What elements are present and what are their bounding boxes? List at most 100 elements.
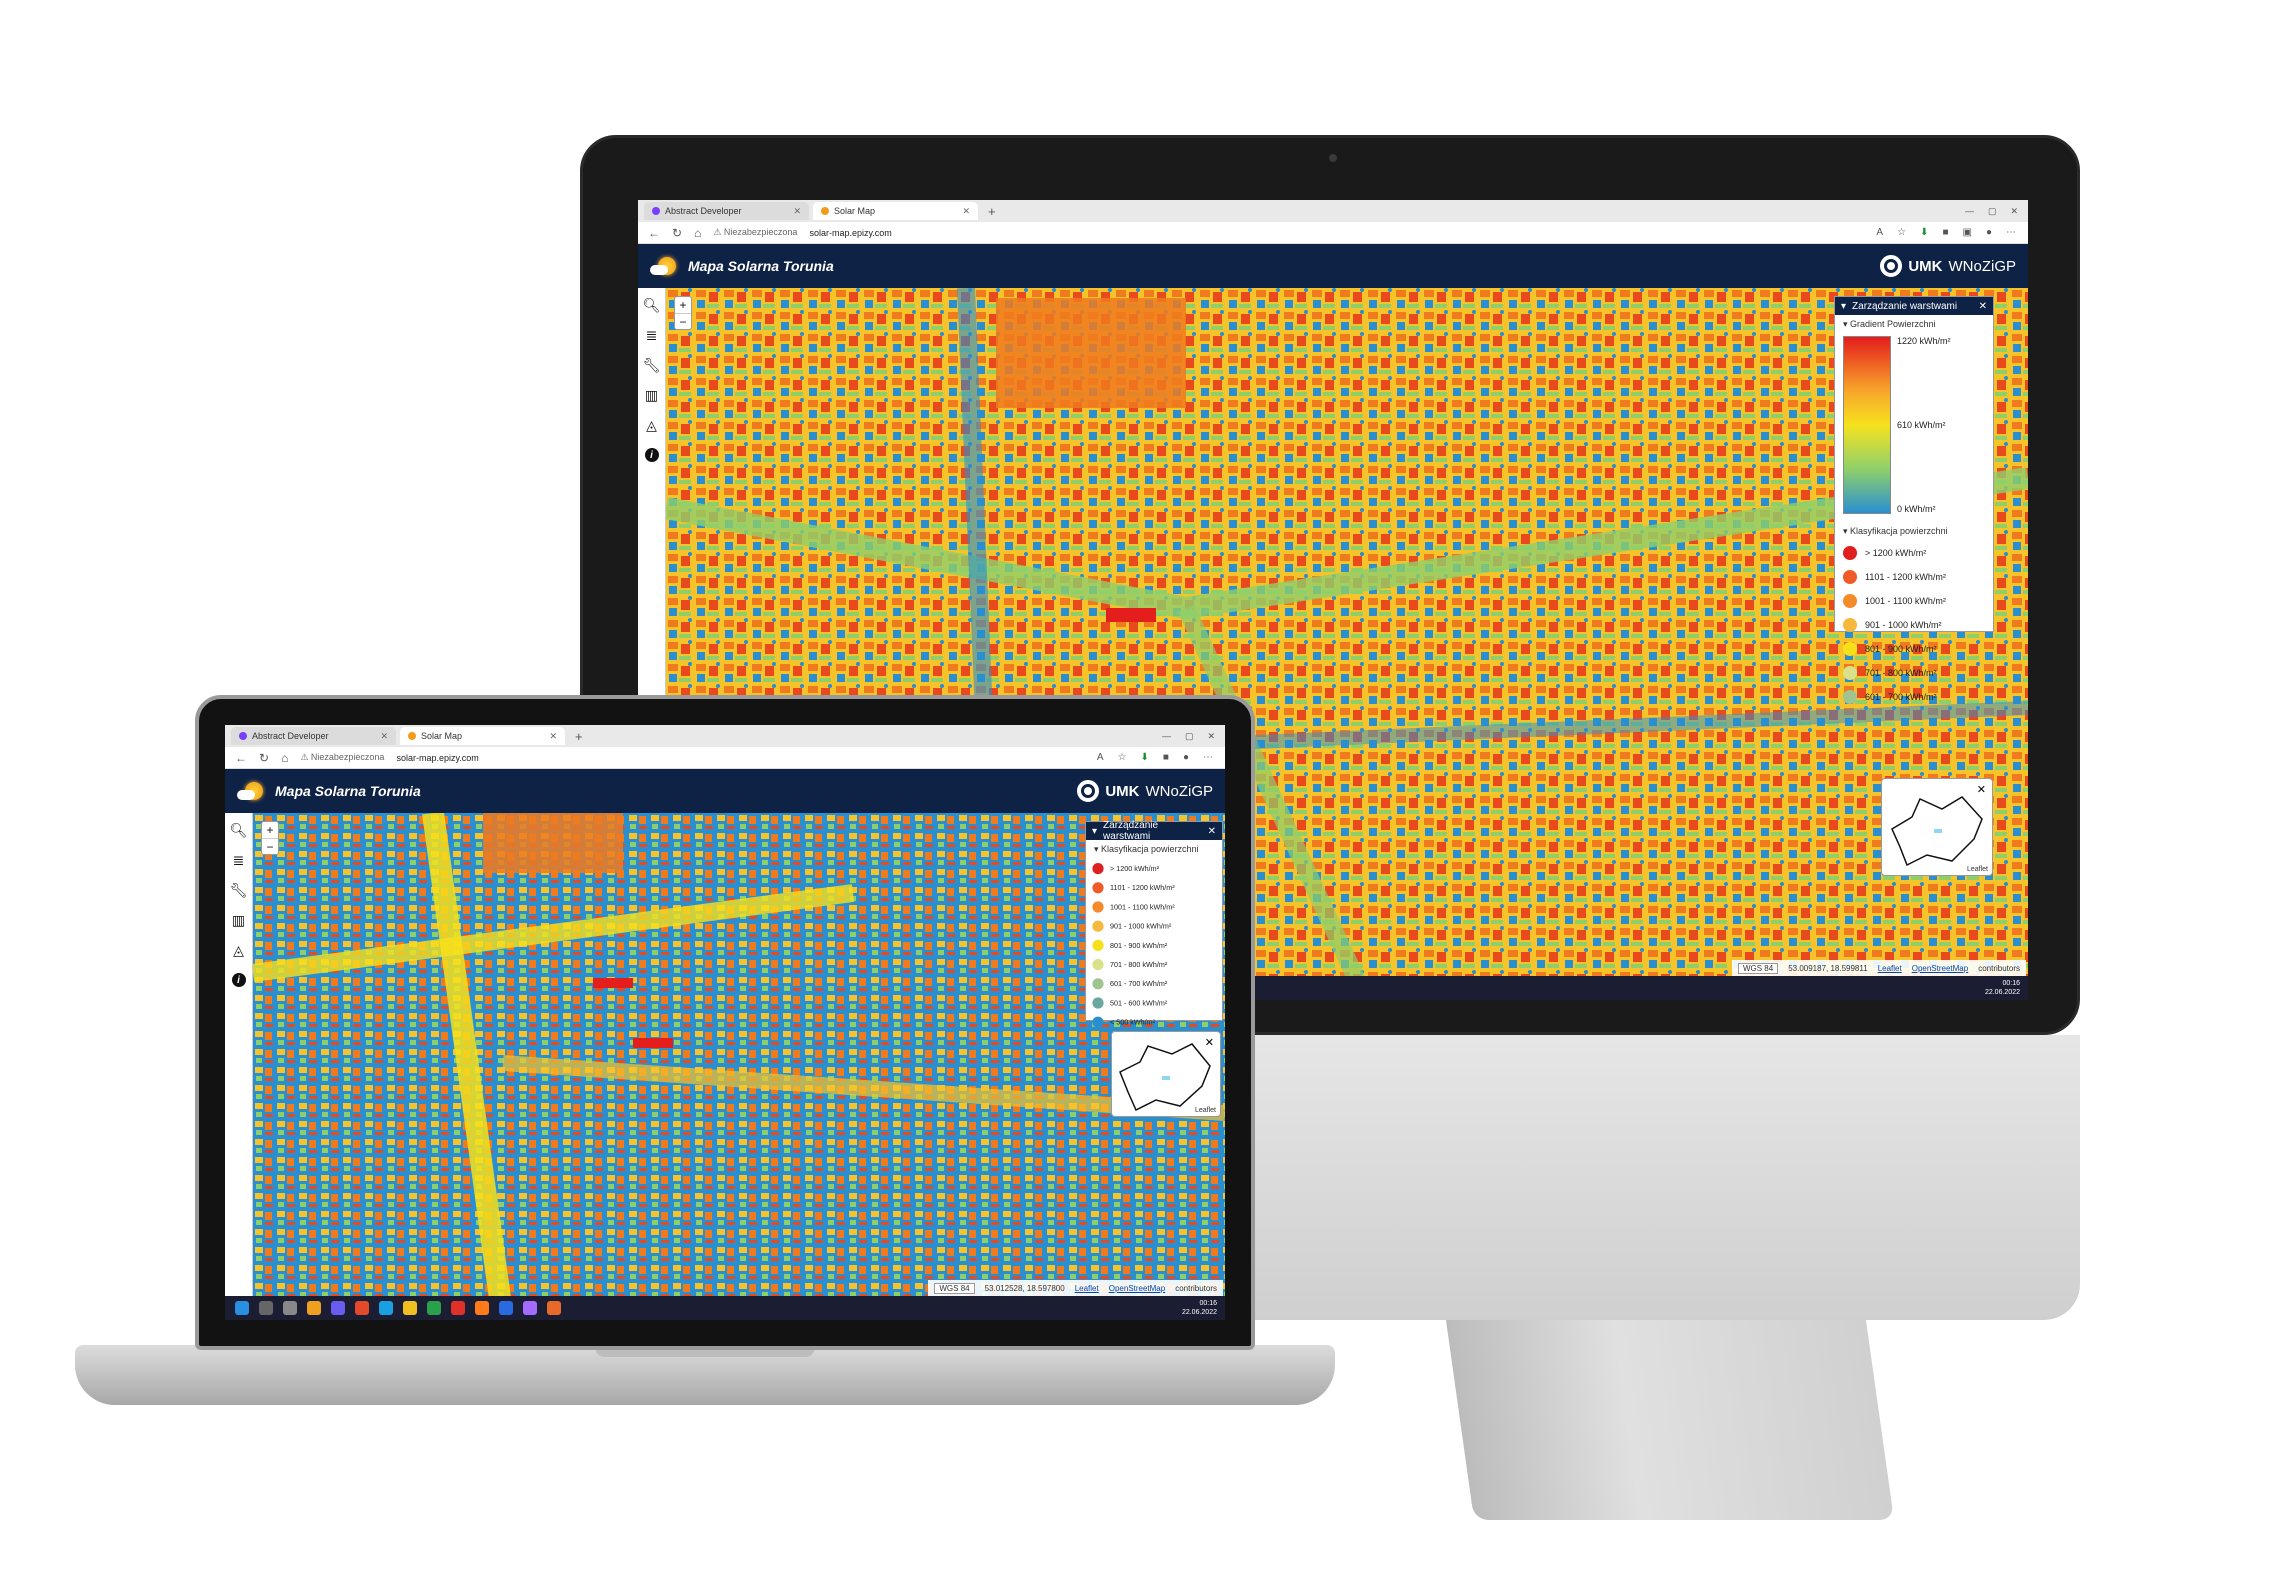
legend-label: > 1200 kWh/m² xyxy=(1865,548,1927,558)
back-icon[interactable]: ← xyxy=(648,226,660,240)
extension-icon[interactable]: ■ xyxy=(1942,227,1948,238)
edge-icon[interactable] xyxy=(379,1301,393,1315)
maximize-icon[interactable]: ▢ xyxy=(1988,206,1997,217)
measure-icon[interactable]: ◬ xyxy=(230,941,248,959)
legend-swatch xyxy=(1092,920,1104,932)
tab-abstract-developer[interactable]: Abstract Developer ✕ xyxy=(231,727,396,745)
leaflet-link[interactable]: Leaflet xyxy=(1878,964,1902,973)
close-icon[interactable]: ✕ xyxy=(1977,783,1986,796)
close-window-icon[interactable]: ✕ xyxy=(1207,731,1215,742)
measure-icon[interactable]: ◬ xyxy=(643,416,661,434)
layers-icon[interactable]: ≣ xyxy=(643,326,661,344)
download-icon[interactable]: ⬇ xyxy=(1141,752,1149,763)
read-aloud-icon[interactable]: A xyxy=(1097,752,1104,763)
profile-icon[interactable]: ● xyxy=(1183,752,1189,763)
reload-icon[interactable]: ↻ xyxy=(259,751,269,765)
favorite-icon[interactable]: ☆ xyxy=(1118,752,1127,763)
class-section-title[interactable]: ▾ Klasyfikacja powierzchni xyxy=(1835,522,1993,541)
files-icon[interactable] xyxy=(403,1301,417,1315)
solar-map[interactable]: + − ▾ Zarządzanie warstwami ✕ ▾ Klasyfik… xyxy=(253,813,1225,1320)
search-icon[interactable]: 🔍︎ xyxy=(643,296,661,314)
close-icon[interactable]: ✕ xyxy=(1208,826,1216,837)
url-field[interactable]: solar-map.epizy.com xyxy=(809,228,891,238)
search-taskbar-icon[interactable] xyxy=(259,1301,273,1315)
profile-icon[interactable]: ● xyxy=(1986,227,1992,238)
new-tab-icon[interactable]: + xyxy=(982,204,1002,219)
layers-icon[interactable]: ≣ xyxy=(230,851,248,869)
overview-minimap[interactable]: ✕ Leaflet xyxy=(1881,778,1993,876)
gradient-section-title[interactable]: ▾ Gradient Powierzchni xyxy=(1835,315,1993,334)
brave-icon[interactable] xyxy=(355,1301,369,1315)
map-icon[interactable]: ▥ xyxy=(643,386,661,404)
more-icon[interactable]: ⋯ xyxy=(2006,227,2016,238)
minimize-icon[interactable]: — xyxy=(1162,731,1171,742)
read-aloud-icon[interactable]: A xyxy=(1876,227,1883,238)
app-taskbar-icon[interactable] xyxy=(523,1301,537,1315)
security-warning[interactable]: ⚠ Niezabezpieczona xyxy=(713,227,797,238)
collapse-icon[interactable]: ▾ xyxy=(1092,826,1097,837)
zoom-in-button[interactable]: + xyxy=(675,297,691,313)
osm-link[interactable]: OpenStreetMap xyxy=(1912,964,1968,973)
teams-icon[interactable] xyxy=(331,1301,345,1315)
extension-icon[interactable]: ■ xyxy=(1163,752,1169,763)
home-icon[interactable]: ⌂ xyxy=(281,751,288,765)
back-icon[interactable]: ← xyxy=(235,751,247,765)
leaflet-link[interactable]: Leaflet xyxy=(1075,1284,1099,1293)
umk-brand[interactable]: UMK WNoZiGP xyxy=(1077,780,1213,802)
clock[interactable]: 00:16 22.06.2022 xyxy=(1985,979,2028,997)
task-view-icon[interactable] xyxy=(283,1301,297,1315)
download-icon[interactable]: ⬇ xyxy=(1920,227,1928,238)
collapse-icon[interactable]: ▾ xyxy=(1841,301,1846,312)
minimap-attribution[interactable]: Leaflet xyxy=(1967,866,1988,873)
app-taskbar-icon[interactable] xyxy=(547,1301,561,1315)
weather-icon[interactable] xyxy=(307,1301,321,1315)
tab-abstract-developer[interactable]: Abstract Developer ✕ xyxy=(644,202,809,220)
vscode-icon[interactable] xyxy=(499,1301,513,1315)
clock[interactable]: 00:16 22.06.2022 xyxy=(1182,1299,1225,1317)
collections-icon[interactable]: ▣ xyxy=(1963,227,1972,238)
minimize-icon[interactable]: — xyxy=(1965,206,1974,217)
firefox-icon[interactable] xyxy=(475,1301,489,1315)
crs-select[interactable]: WGS 84 xyxy=(934,1282,975,1294)
zoom-in-button[interactable]: + xyxy=(262,822,278,838)
class-section-title[interactable]: ▾ Klasyfikacja powierzchni xyxy=(1086,840,1222,859)
info-icon[interactable]: i xyxy=(230,971,248,989)
close-icon[interactable]: ✕ xyxy=(962,206,970,217)
crs-select[interactable]: WGS 84 xyxy=(1737,962,1779,974)
tab-solar-map[interactable]: Solar Map ✕ xyxy=(813,202,978,220)
close-icon[interactable]: ✕ xyxy=(793,206,801,217)
reload-icon[interactable]: ↻ xyxy=(672,226,682,240)
legend-label: 601 - 700 kWh/m² xyxy=(1110,979,1168,988)
close-window-icon[interactable]: ✕ xyxy=(2010,206,2018,217)
wrench-icon[interactable]: 🔧︎ xyxy=(643,356,661,374)
new-tab-icon[interactable]: + xyxy=(569,729,589,744)
overview-minimap[interactable]: ✕ Leaflet xyxy=(1111,1031,1221,1117)
maximize-icon[interactable]: ▢ xyxy=(1185,731,1194,742)
legend-swatch xyxy=(1092,978,1104,990)
more-icon[interactable]: ⋯ xyxy=(1203,752,1213,763)
tab-solar-map[interactable]: Solar Map ✕ xyxy=(400,727,565,745)
home-icon[interactable]: ⌂ xyxy=(694,226,701,240)
map-icon[interactable]: ▥ xyxy=(230,911,248,929)
close-icon[interactable]: ✕ xyxy=(380,731,388,742)
osm-link[interactable]: OpenStreetMap xyxy=(1109,1284,1165,1293)
umk-brand[interactable]: UMK WNoZiGP xyxy=(1880,255,2016,277)
start-icon[interactable] xyxy=(235,1301,249,1315)
legend-row: > 1200 kWh/m² xyxy=(1835,541,1993,565)
wrench-icon[interactable]: 🔧︎ xyxy=(230,881,248,899)
minimap-attribution[interactable]: Leaflet xyxy=(1195,1107,1216,1114)
close-icon[interactable]: ✕ xyxy=(1979,301,1987,312)
close-icon[interactable]: ✕ xyxy=(1205,1036,1214,1049)
info-icon[interactable]: i xyxy=(643,446,661,464)
opera-icon[interactable] xyxy=(451,1301,465,1315)
url-field[interactable]: solar-map.epizy.com xyxy=(396,753,478,763)
legend-row: 701 - 800 kWh/m² xyxy=(1086,955,1222,974)
chrome-icon[interactable] xyxy=(427,1301,441,1315)
search-icon[interactable]: 🔍︎ xyxy=(230,821,248,839)
zoom-out-button[interactable]: − xyxy=(675,313,691,329)
favorite-icon[interactable]: ☆ xyxy=(1897,227,1906,238)
close-icon[interactable]: ✕ xyxy=(549,731,557,742)
security-warning[interactable]: ⚠ Niezabezpieczona xyxy=(300,752,384,763)
app-header: Mapa Solarna Torunia UMK WNoZiGP xyxy=(225,769,1225,813)
zoom-out-button[interactable]: − xyxy=(262,838,278,854)
